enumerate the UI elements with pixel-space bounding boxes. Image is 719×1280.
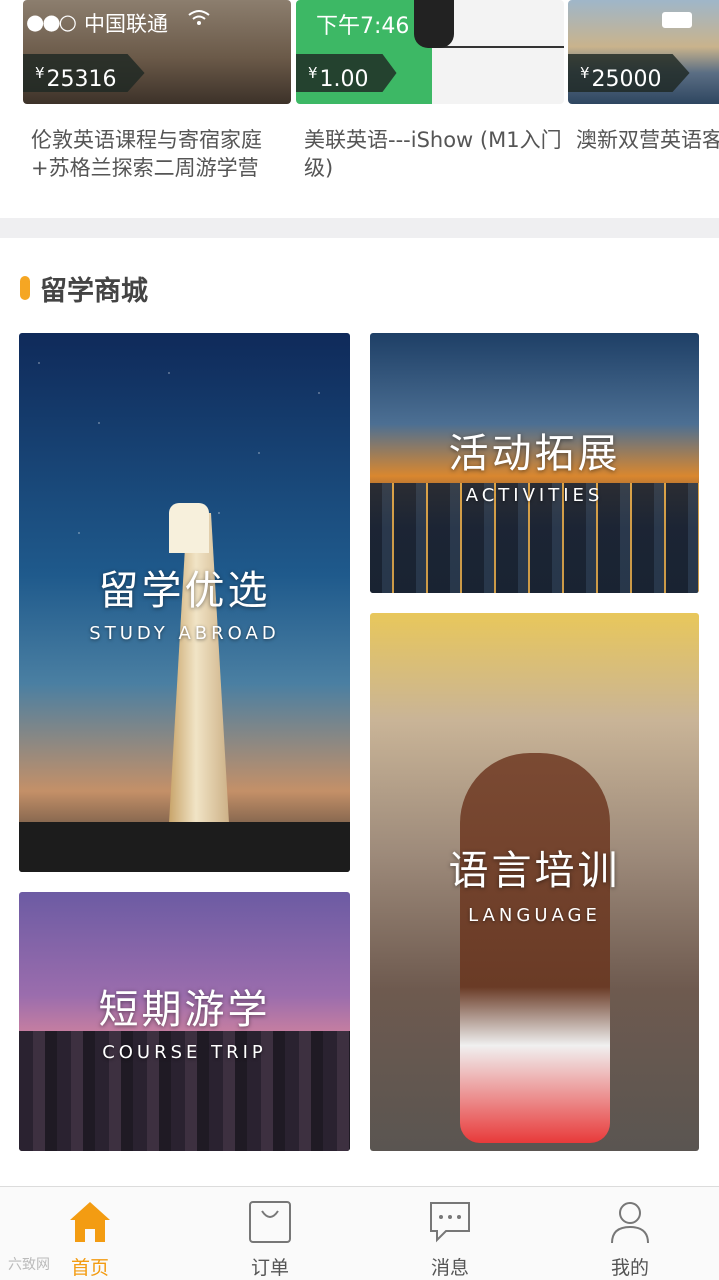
signal-icon: ●●○ — [26, 10, 77, 34]
tab-label: 我的 — [610, 1257, 649, 1279]
price-tag: ¥25316 — [23, 54, 145, 92]
tile-title: 语言培训 — [448, 848, 621, 894]
tile-title: 短期游学 — [98, 987, 271, 1033]
tab-label: 消息 — [430, 1257, 469, 1279]
product-title: 澳新双营英语客旅 — [576, 128, 719, 152]
tile-title: 活动拓展 — [448, 431, 621, 477]
status-bar: ●●○ 中国联通 下午7:46 — [0, 0, 719, 40]
section-title: 留学商城 — [40, 275, 148, 307]
tile-language[interactable]: 语言培训 LANGUAGE — [370, 613, 699, 1151]
home-icon — [68, 1199, 112, 1245]
tile-subtitle: STUDY ABROAD — [89, 623, 280, 644]
currency-symbol: ¥ — [35, 64, 45, 82]
price-value: 1.00 — [319, 67, 369, 92]
price-tag: ¥1.00 — [296, 54, 397, 92]
currency-symbol: ¥ — [580, 64, 590, 82]
tab-orders[interactable]: 订单 — [180, 1187, 360, 1280]
status-time: 下午7:46 — [316, 14, 410, 39]
tile-subtitle: COURSE TRIP — [102, 1042, 267, 1063]
tile-study-abroad[interactable]: 留学优选 STUDY ABROAD — [19, 333, 350, 872]
wifi-icon — [188, 8, 210, 32]
tile-activities[interactable]: 活动拓展 ACTIVITIES — [370, 333, 699, 593]
product-title: 美联英语---iShow (M1入门级) — [304, 128, 562, 180]
message-icon — [428, 1199, 472, 1245]
price-value: 25000 — [591, 67, 662, 92]
tile-subtitle: LANGUAGE — [468, 905, 601, 926]
section-header: 留学商城 — [20, 268, 148, 308]
tile-course-trip[interactable]: 短期游学 COURSE TRIP — [19, 892, 350, 1151]
tile-subtitle: ACTIVITIES — [465, 485, 604, 506]
user-icon — [608, 1199, 652, 1245]
price-value: 25316 — [46, 67, 117, 92]
shopping-bag-icon — [248, 1199, 292, 1245]
currency-symbol: ¥ — [308, 64, 318, 82]
tab-label: 订单 — [250, 1257, 289, 1279]
tab-bar: 首页 订单 消息 我的 — [0, 1186, 719, 1280]
tile-title: 留学优选 — [98, 568, 271, 614]
product-carousel[interactable]: ¥25316 伦敦英语课程与寄宿家庭+苏格兰探索二周游学营 ¥1.00 美联英语… — [0, 0, 719, 218]
tab-messages[interactable]: 消息 — [360, 1187, 540, 1280]
watermark: 六致网 — [8, 1257, 50, 1273]
carrier-name: 中国联通 — [84, 12, 168, 36]
product-title: 伦敦英语课程与寄宿家庭+苏格兰探索二周游学营 — [31, 128, 262, 180]
section-divider — [0, 218, 719, 238]
tab-profile[interactable]: 我的 — [540, 1187, 719, 1280]
price-tag: ¥25000 — [568, 54, 690, 92]
battery-icon — [662, 12, 692, 28]
section-accent-mark — [20, 276, 30, 300]
